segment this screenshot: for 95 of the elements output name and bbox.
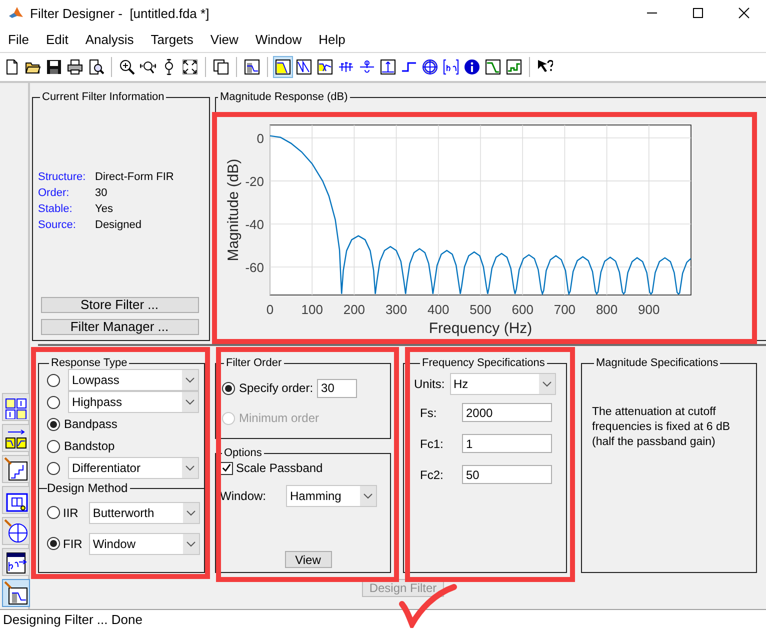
field-label: Fc1: bbox=[419, 436, 444, 450]
panel-title: Options bbox=[223, 447, 263, 459]
menu-item[interactable]: Analysis bbox=[80, 30, 139, 48]
info-value: Yes bbox=[95, 203, 113, 215]
checkbox-label: Scale Passband bbox=[236, 461, 323, 475]
field-label: Window: bbox=[220, 489, 268, 503]
field-label: Fc2: bbox=[419, 468, 444, 482]
x-tick-label: 400 bbox=[428, 302, 450, 317]
response-dropdown[interactable]: Differentiator bbox=[68, 457, 199, 479]
y-tick-label: 0 bbox=[256, 130, 264, 146]
info-label: Stable: bbox=[38, 203, 74, 215]
info-label: Source: bbox=[38, 219, 77, 231]
chevron-icon bbox=[185, 377, 195, 383]
response-dropdown[interactable]: Lowpass bbox=[68, 369, 199, 391]
info-label: Order: bbox=[38, 187, 70, 199]
info-label: Structure: bbox=[38, 171, 87, 183]
chevron-icon bbox=[363, 493, 373, 499]
close-icon[interactable] bbox=[738, 7, 750, 19]
status-text: Designing Filter ... Done bbox=[3, 612, 142, 627]
multirate-diagram-icon[interactable] bbox=[2, 486, 30, 514]
info-value: Direct-Form FIR bbox=[95, 171, 174, 183]
chevron-icon bbox=[185, 399, 195, 405]
option-label: Bandstop bbox=[64, 439, 115, 453]
panel-title: Response Type bbox=[50, 357, 128, 369]
panel-title: Magnitude Specifications bbox=[595, 357, 720, 369]
chevron-icon bbox=[186, 510, 196, 516]
y-tick-label: -40 bbox=[245, 216, 264, 232]
x-tick-label: 100 bbox=[301, 302, 323, 317]
radio-button[interactable] bbox=[47, 462, 60, 474]
radio-button[interactable] bbox=[47, 440, 60, 452]
radio-button[interactable] bbox=[47, 374, 60, 386]
x-axis-title: Frequency (Hz) bbox=[428, 320, 532, 337]
quantize-staircase-icon[interactable] bbox=[2, 455, 30, 483]
x-tick-label: 600 bbox=[512, 302, 534, 317]
import-coefficients-icon[interactable] bbox=[2, 548, 30, 576]
menu-item[interactable]: Help bbox=[314, 30, 350, 48]
x-tick-label: 0 bbox=[266, 302, 274, 317]
units-dropdown[interactable]: Hz bbox=[450, 373, 556, 395]
peak-logo-icon bbox=[8, 5, 24, 21]
menu-item[interactable]: View bbox=[205, 30, 244, 48]
x-tick-label: 800 bbox=[596, 302, 618, 317]
option-label: Bandpass bbox=[64, 417, 118, 431]
chevron-icon bbox=[186, 540, 196, 546]
menu-item[interactable]: Window bbox=[250, 30, 307, 48]
option-label: IIR bbox=[63, 506, 80, 520]
y-tick-label: -20 bbox=[245, 174, 264, 189]
maximize-icon[interactable] bbox=[692, 7, 704, 19]
info-value: 30 bbox=[95, 187, 108, 199]
option-label: Specify order: bbox=[239, 381, 314, 395]
x-tick-label: 700 bbox=[554, 302, 576, 317]
field-label: Fs: bbox=[419, 406, 438, 420]
radio-button[interactable] bbox=[47, 506, 60, 519]
frequency-field[interactable]: 50 bbox=[462, 465, 552, 484]
radio-button[interactable] bbox=[47, 537, 60, 550]
order-field[interactable]: 30 bbox=[317, 378, 358, 398]
frequency-field[interactable]: 1 bbox=[462, 434, 552, 453]
panel-button[interactable]: Filter Manager ... bbox=[40, 319, 198, 335]
info-value: Designed bbox=[95, 219, 142, 231]
x-tick-label: 500 bbox=[470, 302, 492, 317]
chevron-icon bbox=[542, 381, 552, 387]
radio-button[interactable] bbox=[47, 396, 60, 408]
panel-title: Magnitude Response (dB) bbox=[219, 91, 349, 103]
x-tick-label: 200 bbox=[343, 302, 366, 317]
filter-design-icon[interactable] bbox=[2, 579, 30, 607]
lowpass-response-icon[interactable] bbox=[273, 56, 293, 78]
x-tick-label: 900 bbox=[638, 302, 660, 317]
chevron-icon bbox=[185, 465, 195, 471]
dropdown-menu[interactable]: Hamming bbox=[286, 485, 377, 507]
response-dropdown[interactable]: Highpass bbox=[68, 391, 199, 413]
panel-title: Filter Order bbox=[225, 357, 283, 369]
field-label: Units: bbox=[414, 377, 446, 391]
option-label: FIR bbox=[63, 536, 84, 550]
method-dropdown[interactable]: Butterworth bbox=[88, 502, 200, 524]
panel-button[interactable]: Store Filter ... bbox=[40, 297, 198, 313]
y-tick-label: -60 bbox=[245, 260, 264, 276]
x-tick-label: 300 bbox=[385, 302, 408, 317]
menu-item[interactable]: Edit bbox=[40, 30, 74, 48]
option-label: Minimum order bbox=[239, 411, 320, 425]
frequency-field[interactable]: 2000 bbox=[462, 403, 552, 422]
pole-zero-editor-icon[interactable] bbox=[2, 517, 30, 545]
panel-title: Current Filter Information bbox=[41, 91, 166, 103]
section-title: Design Method bbox=[47, 481, 128, 495]
radio-button[interactable] bbox=[47, 418, 60, 430]
menu-item[interactable]: File bbox=[3, 30, 34, 48]
menu-item[interactable]: Targets bbox=[146, 30, 198, 48]
checkbox[interactable] bbox=[220, 462, 233, 474]
block-diagram-icon[interactable] bbox=[2, 393, 30, 421]
window-title: Filter Designer - [untitled.fda *] bbox=[30, 6, 210, 20]
view-button[interactable]: View bbox=[284, 551, 332, 568]
y-axis-title: Magnitude (dB) bbox=[225, 158, 242, 262]
radio-button[interactable] bbox=[222, 382, 235, 394]
info-text: The attenuation at cutoff frequencies is fixed at 6 dB (half the passband gain) bbox=[592, 405, 732, 450]
transform-icon[interactable] bbox=[2, 424, 30, 452]
panel-title: Frequency Specifications bbox=[421, 357, 546, 369]
method-dropdown[interactable]: Window bbox=[88, 532, 200, 554]
